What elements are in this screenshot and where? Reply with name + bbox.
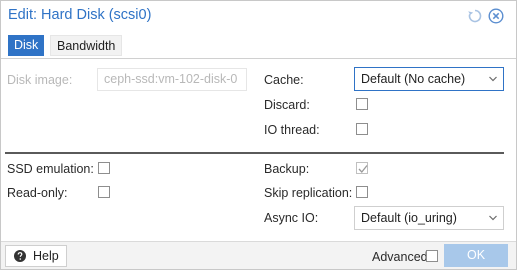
checkmark-icon <box>358 165 368 173</box>
reset-icon[interactable] <box>467 8 483 24</box>
close-icon[interactable] <box>488 8 504 24</box>
disk-image-field: ceph-ssd:vm-102-disk-0 <box>97 68 247 91</box>
section-divider <box>5 152 504 154</box>
io-thread-label: IO thread: <box>264 123 320 137</box>
read-only-label: Read-only: <box>7 186 68 200</box>
dialog-title: Edit: Hard Disk (scsi0) <box>8 7 152 23</box>
backup-label: Backup: <box>264 162 310 176</box>
dialog-titlebar: Edit: Hard Disk (scsi0) <box>1 1 516 29</box>
discard-label: Discard: <box>264 98 310 112</box>
chevron-down-icon[interactable] <box>488 213 498 223</box>
ssd-emulation-label: SSD emulation: <box>7 162 94 176</box>
tab-disk-label: Disk <box>14 38 39 52</box>
help-button-label: Help <box>33 249 59 263</box>
dialog-footer: Help Advanced OK <box>1 241 516 269</box>
help-button[interactable]: Help <box>5 245 67 267</box>
ssd-emulation-checkbox[interactable] <box>98 162 110 174</box>
async-io-label: Async IO: <box>264 211 319 225</box>
question-icon <box>14 250 26 262</box>
tab-disk[interactable]: Disk <box>8 35 45 56</box>
tab-bandwidth-label: Bandwidth <box>57 39 116 53</box>
io-thread-checkbox[interactable] <box>356 123 368 135</box>
skip-replication-checkbox[interactable] <box>356 186 368 198</box>
edit-hard-disk-dialog: Edit: Hard Disk (scsi0) Disk Bandwidth D… <box>0 0 517 270</box>
cache-select-value: Default (No cache) <box>361 72 466 86</box>
skip-replication-label: Skip replication: <box>264 186 353 200</box>
tab-bandwidth[interactable]: Bandwidth <box>50 35 123 56</box>
backup-checkbox[interactable] <box>356 162 368 174</box>
chevron-down-icon[interactable] <box>488 74 498 84</box>
cache-label: Cache: <box>264 73 304 87</box>
read-only-checkbox[interactable] <box>98 186 110 198</box>
cache-select[interactable]: Default (No cache) <box>354 67 504 91</box>
async-io-select-value: Default (io_uring) <box>361 211 457 225</box>
async-io-select[interactable]: Default (io_uring) <box>354 206 504 230</box>
tab-bar: Disk Bandwidth <box>1 29 516 59</box>
advanced-label: Advanced <box>372 250 428 264</box>
advanced-checkbox[interactable] <box>426 250 438 262</box>
discard-checkbox[interactable] <box>356 98 368 110</box>
ok-button[interactable]: OK <box>444 244 508 267</box>
disk-image-label: Disk image: <box>7 73 73 87</box>
